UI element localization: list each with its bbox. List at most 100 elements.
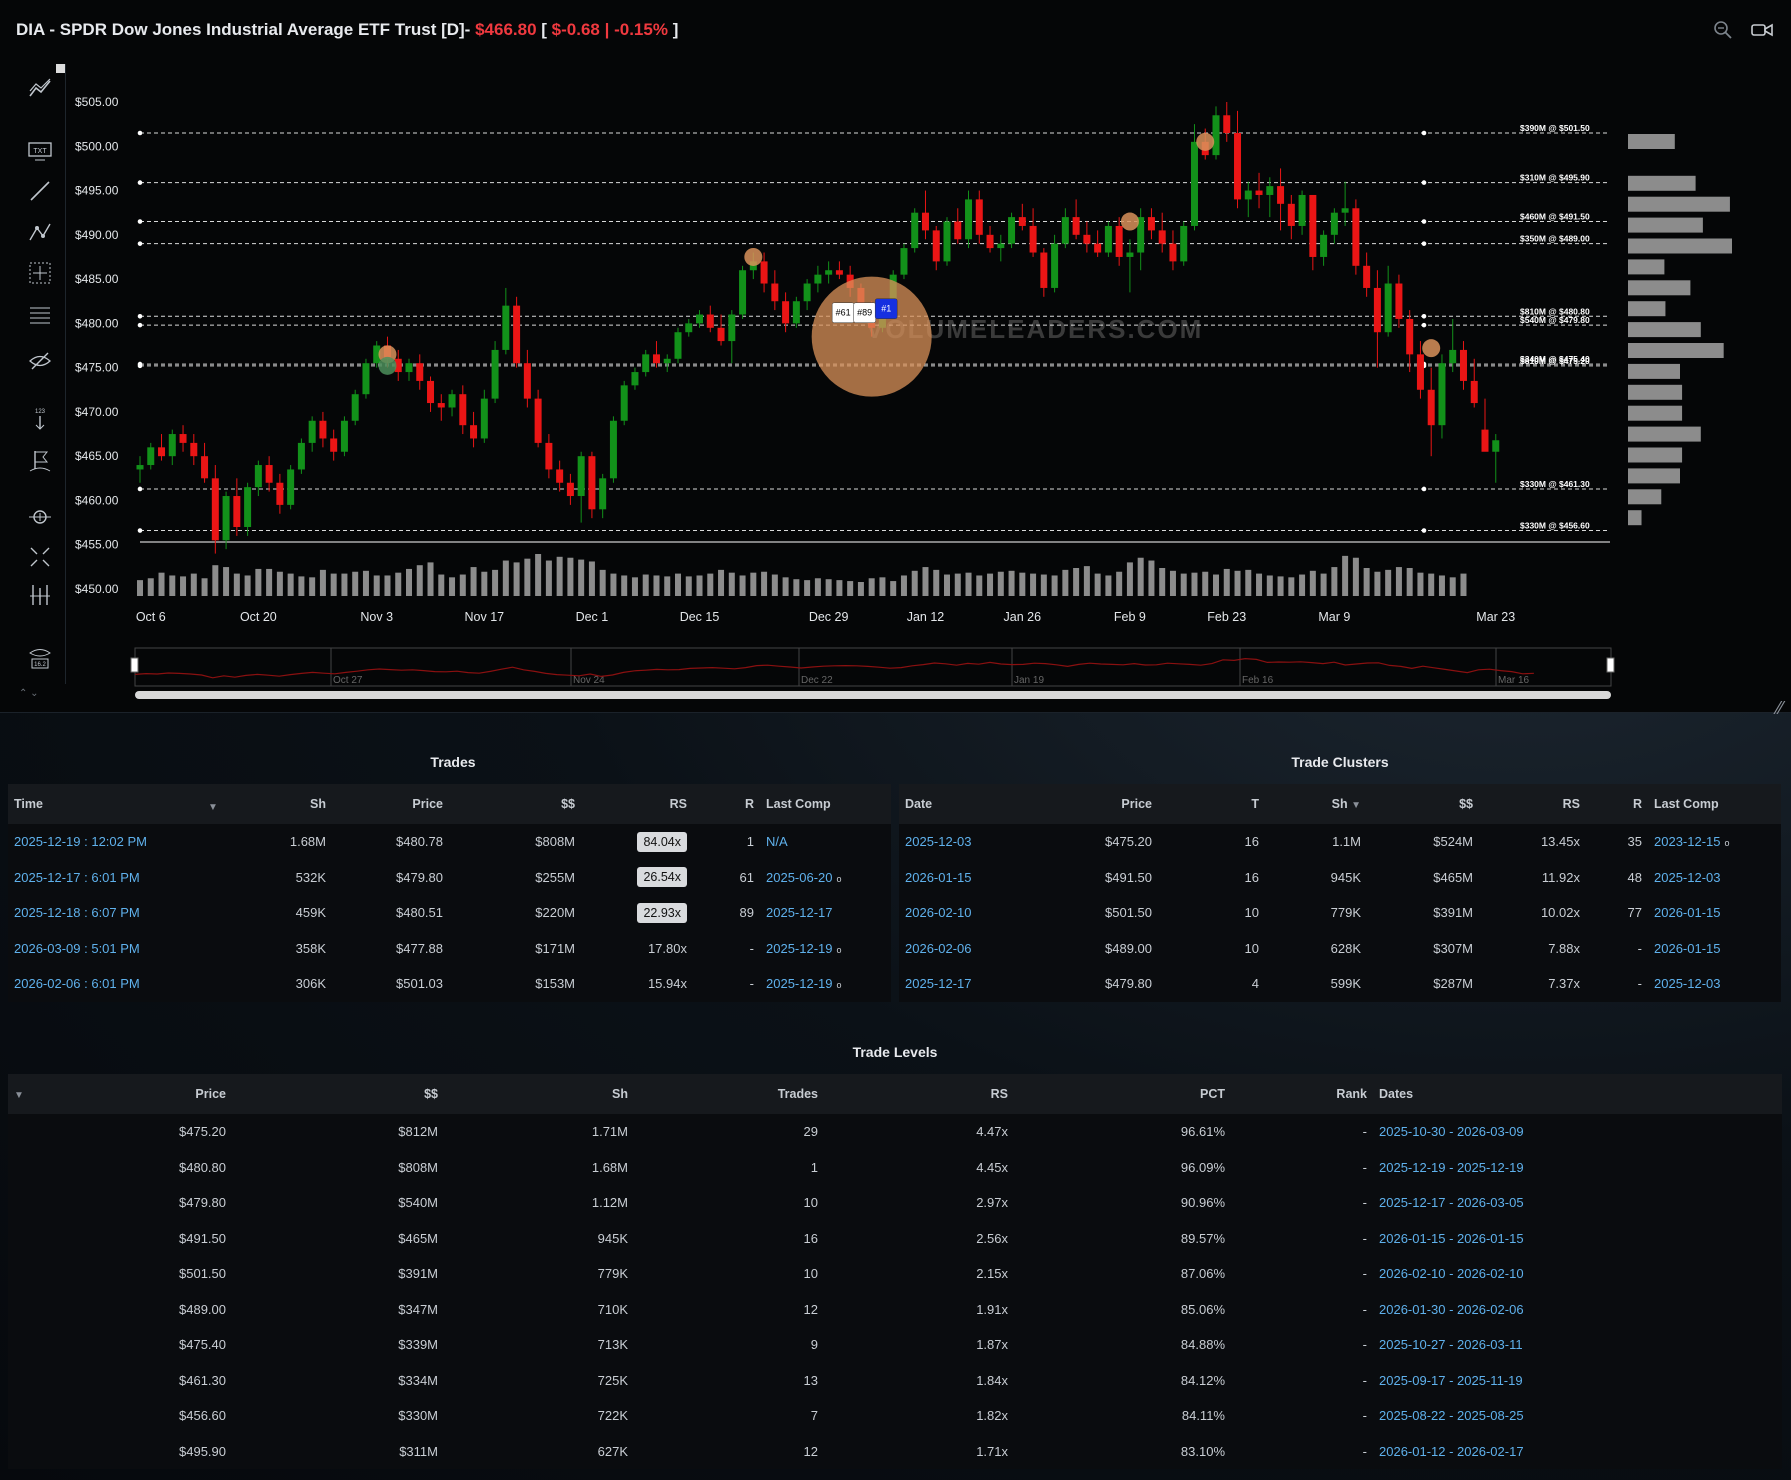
candle-body[interactable]	[1438, 363, 1446, 426]
candle-body[interactable]	[921, 212, 929, 231]
candle-body[interactable]	[577, 456, 585, 497]
table-row[interactable]: 2026-03-09 : 5:01 PM 358K $477.88 $171M 17.8…	[8, 930, 891, 966]
levels-col-rank[interactable]: Rank	[1231, 1074, 1373, 1114]
candle-body[interactable]	[674, 332, 682, 359]
candle-body[interactable]	[1061, 217, 1069, 244]
levels-col-dates[interactable]: Dates	[1373, 1074, 1782, 1114]
candle-body[interactable]	[265, 465, 273, 483]
candle-body[interactable]	[254, 465, 262, 488]
candle-body[interactable]	[1147, 217, 1155, 231]
candle-body[interactable]	[771, 283, 779, 302]
cluster-date-link[interactable]: 2025-12-17	[905, 976, 972, 991]
level-dates[interactable]: 2026-02-10 - 2026-02-10	[1373, 1256, 1782, 1292]
candle-body[interactable]	[954, 221, 962, 240]
candle-body[interactable]	[1008, 217, 1016, 244]
navigator-scrollbar[interactable]	[135, 691, 1611, 699]
candle-body[interactable]	[502, 305, 510, 350]
cluster-last-comp-link[interactable]: 2026-01-15	[1654, 905, 1721, 920]
candle-body[interactable]	[1427, 389, 1435, 426]
table-row[interactable]: $456.60 $330M 722K 7 1.82x 84.11% -2025-08-22 …	[8, 1398, 1782, 1434]
cluster-date-link[interactable]: 2025-12-03	[905, 834, 972, 849]
level-dates-link[interactable]: 2026-01-30 - 2026-02-06	[1379, 1302, 1524, 1317]
cluster-date[interactable]: 2026-02-06	[899, 931, 1011, 967]
clusters-col-date[interactable]: Date	[899, 784, 1011, 824]
candle-body[interactable]	[900, 248, 908, 275]
clusters-col-rs[interactable]: RS	[1479, 784, 1586, 824]
level-dates[interactable]: 2025-10-30 - 2026-03-09	[1373, 1114, 1782, 1150]
candle-body[interactable]	[405, 363, 413, 373]
level-dates[interactable]: 2026-01-30 - 2026-02-06	[1373, 1292, 1782, 1328]
candle-body[interactable]	[1298, 194, 1306, 226]
cluster-last-comp[interactable]: 2025-12-03	[1648, 966, 1781, 1002]
levels-icon[interactable]	[25, 580, 55, 610]
candle-body[interactable]	[1094, 243, 1102, 253]
trade-time-link[interactable]: 2025-12-17 : 6:01 PM	[14, 870, 140, 885]
table-row[interactable]: $495.90 $311M 627K 12 1.71x 83.10% -2026-01-12…	[8, 1433, 1782, 1469]
candle-body[interactable]	[437, 403, 445, 408]
levels-col-sh[interactable]: Sh	[444, 1074, 634, 1114]
video-camera-icon[interactable]	[1751, 20, 1773, 45]
candle-body[interactable]	[416, 363, 424, 381]
trade-last-comp[interactable]: 2025-12-19 o	[760, 966, 891, 1002]
candle-body[interactable]	[523, 363, 531, 399]
levels-col-price[interactable]: Price	[60, 1074, 232, 1114]
candle-body[interactable]	[1363, 265, 1371, 288]
crosshair-box-icon[interactable]	[25, 258, 55, 288]
navigator-right-handle[interactable]	[1606, 657, 1615, 673]
trade-bubble[interactable]	[1422, 339, 1441, 358]
candle-body[interactable]	[663, 358, 671, 364]
candle-body[interactable]	[975, 199, 983, 235]
cluster-last-comp-link[interactable]: 2026-01-15	[1654, 941, 1721, 956]
candle-body[interactable]	[513, 305, 521, 364]
candle-body[interactable]	[1287, 203, 1295, 226]
candle-body[interactable]	[233, 496, 241, 528]
candle-body[interactable]	[782, 301, 790, 324]
candle-body[interactable]	[803, 283, 811, 302]
candle-body[interactable]	[1115, 225, 1123, 257]
candle-body[interactable]	[147, 447, 155, 466]
cluster-last-comp-link[interactable]: 2023-12-15	[1654, 834, 1721, 849]
pattern-icon[interactable]	[25, 216, 55, 246]
candle-body[interactable]	[1072, 217, 1080, 235]
candle-body[interactable]	[1459, 349, 1467, 381]
trade-time[interactable]: 2025-12-17 : 6:01 PM	[8, 860, 210, 896]
candle-body[interactable]	[556, 469, 564, 483]
toolbar-collapse-handle[interactable]	[56, 64, 65, 73]
trade-last-comp-link[interactable]: 2025-12-17	[766, 905, 833, 920]
level-dates[interactable]: 2025-08-22 - 2025-08-25	[1373, 1398, 1782, 1434]
candle-body[interactable]	[136, 465, 144, 470]
cluster-last-comp[interactable]: 2023-12-15 o	[1648, 824, 1781, 860]
level-dates-link[interactable]: 2025-08-22 - 2025-08-25	[1379, 1408, 1524, 1423]
level-dates-link[interactable]: 2025-10-27 - 2026-03-11	[1379, 1337, 1523, 1352]
candle-body[interactable]	[297, 442, 305, 470]
candle-body[interactable]	[1341, 208, 1349, 213]
candle-body[interactable]	[1051, 243, 1059, 288]
candle-body[interactable]	[1029, 225, 1037, 253]
candle-body[interactable]	[588, 456, 596, 510]
candle-body[interactable]	[620, 385, 628, 421]
candle-body[interactable]	[696, 314, 704, 324]
cluster-last-comp-link[interactable]: 2025-12-03	[1654, 870, 1721, 885]
cluster-last-comp[interactable]: 2026-01-15	[1648, 895, 1781, 931]
candle-body[interactable]	[943, 221, 951, 262]
candle-body[interactable]	[1470, 380, 1478, 404]
candle-body[interactable]	[1352, 208, 1360, 266]
trade-last-comp[interactable]: N/A	[760, 824, 891, 860]
candle-body[interactable]	[1330, 212, 1338, 235]
candle-body[interactable]	[1040, 252, 1048, 288]
trade-bubble[interactable]	[1196, 132, 1215, 151]
levels-col-rs[interactable]: RS	[824, 1074, 1014, 1114]
candle-body[interactable]	[211, 478, 219, 541]
trades-col-sh[interactable]: Sh	[210, 784, 332, 824]
trades-col-price[interactable]: Price	[332, 784, 449, 824]
candle-body[interactable]	[480, 398, 488, 439]
trade-time[interactable]: 2025-12-19 : 12:02 PM	[8, 824, 210, 860]
candle-body[interactable]	[222, 496, 230, 541]
table-row[interactable]: 2026-02-06 : 6:01 PM 306K $501.03 $153M 15.9…	[8, 966, 891, 1002]
candle-body[interactable]	[1180, 225, 1188, 262]
level-dates[interactable]: 2026-01-15 - 2026-01-15	[1373, 1221, 1782, 1257]
candle-body[interactable]	[427, 380, 435, 404]
table-row[interactable]: $501.50 $391M 779K 10 2.15x 87.06% -2026-02-10…	[8, 1256, 1782, 1292]
candle-body[interactable]	[1104, 225, 1112, 253]
text-icon[interactable]: TXT	[25, 136, 55, 166]
